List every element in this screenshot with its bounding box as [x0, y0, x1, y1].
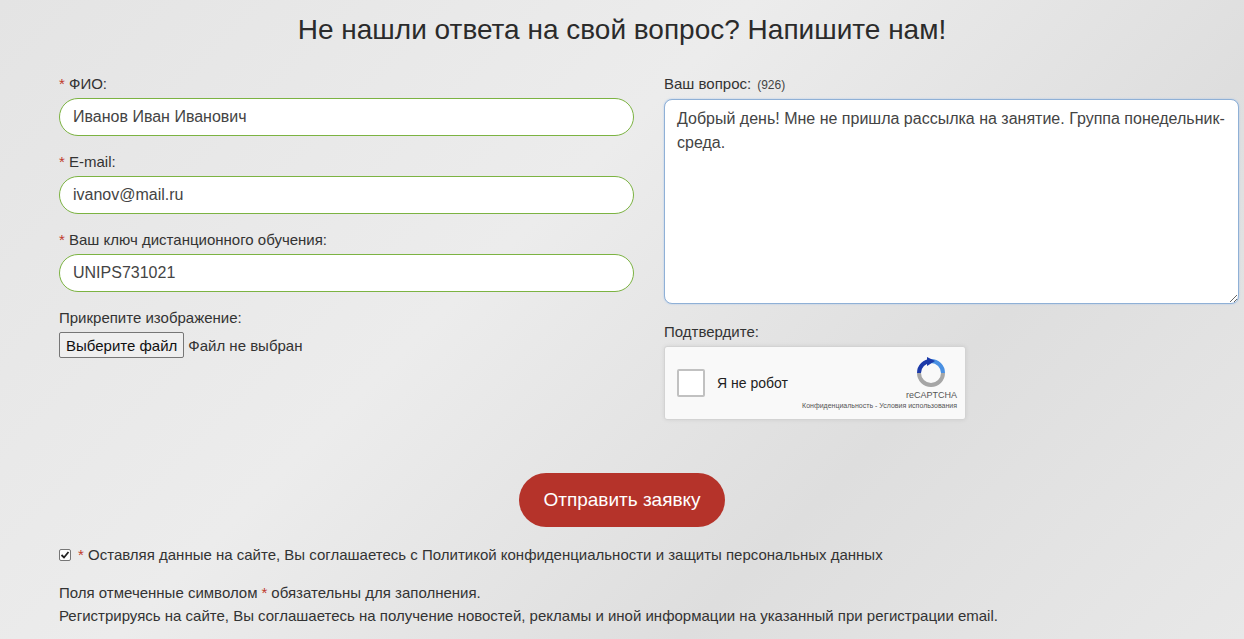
file-row: Выберите файлФайл не выбран	[59, 332, 634, 358]
required-note: Поля отмеченные символом*обязательны для…	[59, 581, 1239, 604]
choose-file-button[interactable]: Выберите файл	[59, 332, 184, 358]
submit-row: Отправить заявку	[59, 473, 1185, 527]
captcha-label: Я не робот	[717, 375, 788, 391]
submit-button[interactable]: Отправить заявку	[519, 473, 724, 527]
file-field: Прикрепите изображение: Выберите файлФайл…	[59, 309, 634, 358]
form-columns: * ФИО: * E-mail: * Ваш ключ дистанционного…	[59, 75, 1239, 437]
field-label: Ваш вопрос:(926)	[664, 75, 1239, 94]
field-label: Подтвердите:	[664, 323, 1239, 341]
field-label: * ФИО:	[59, 75, 634, 93]
question-field: Ваш вопрос:(926) Добрый день! Мне не приш…	[664, 75, 1239, 304]
form-field: * Ваш ключ дистанционного обучения:	[59, 231, 634, 292]
captcha-checkbox[interactable]	[677, 369, 705, 397]
consent-text: * Оставляя данные на сайте, Вы соглашает…	[78, 545, 883, 565]
captcha-check-row: Я не робот	[677, 369, 788, 397]
captcha-brand: reCAPTCHA Конфиденциальность - Условия ис…	[802, 357, 957, 409]
required-mark: *	[78, 546, 84, 563]
char-counter: (926)	[757, 76, 785, 94]
field-label: Прикрепите изображение:	[59, 309, 634, 327]
captcha-brand-name: reCAPTCHA	[906, 390, 957, 400]
text-input[interactable]	[59, 98, 634, 136]
captcha-links[interactable]: Конфиденциальность - Условия использован…	[802, 402, 957, 409]
required-mark: *	[59, 75, 65, 92]
captcha-field: Подтвердите: Я не робот reCAPTCHA Конфиденц…	[664, 323, 1239, 420]
right-column: Ваш вопрос:(926) Добрый день! Мне не приш…	[664, 75, 1239, 437]
question-textarea[interactable]: Добрый день! Мне не пришла рассылка на з…	[664, 99, 1239, 304]
form-field: * ФИО:	[59, 75, 634, 136]
notes: Поля отмеченные символом*обязательны для…	[59, 581, 1239, 627]
text-input[interactable]	[59, 176, 634, 214]
text-input[interactable]	[59, 254, 634, 292]
field-label: * E-mail:	[59, 153, 634, 171]
consent-checkbox[interactable]	[59, 549, 71, 561]
captcha-logo-block: reCAPTCHA	[906, 357, 957, 400]
registration-note: Регистрируясь на сайте, Вы соглашаетесь …	[59, 604, 1239, 627]
file-status: Файл не выбран	[188, 337, 302, 354]
form-field: * E-mail:	[59, 153, 634, 214]
required-mark: *	[59, 153, 65, 170]
consent-row: * Оставляя данные на сайте, Вы соглашает…	[59, 545, 1239, 565]
required-mark: *	[59, 231, 65, 248]
required-mark: *	[261, 581, 267, 604]
left-column: * ФИО: * E-mail: * Ваш ключ дистанционного…	[59, 75, 634, 437]
recaptcha: Я не робот reCAPTCHA Конфиденциальность - …	[664, 346, 966, 420]
field-label: * Ваш ключ дистанционного обучения:	[59, 231, 634, 249]
tick-icon	[60, 550, 70, 560]
page: Не нашли ответа на свой вопрос? Напишите…	[0, 0, 1244, 639]
form-title: Не нашли ответа на свой вопрос? Напишите…	[59, 12, 1185, 48]
recaptcha-logo-icon	[915, 357, 947, 389]
